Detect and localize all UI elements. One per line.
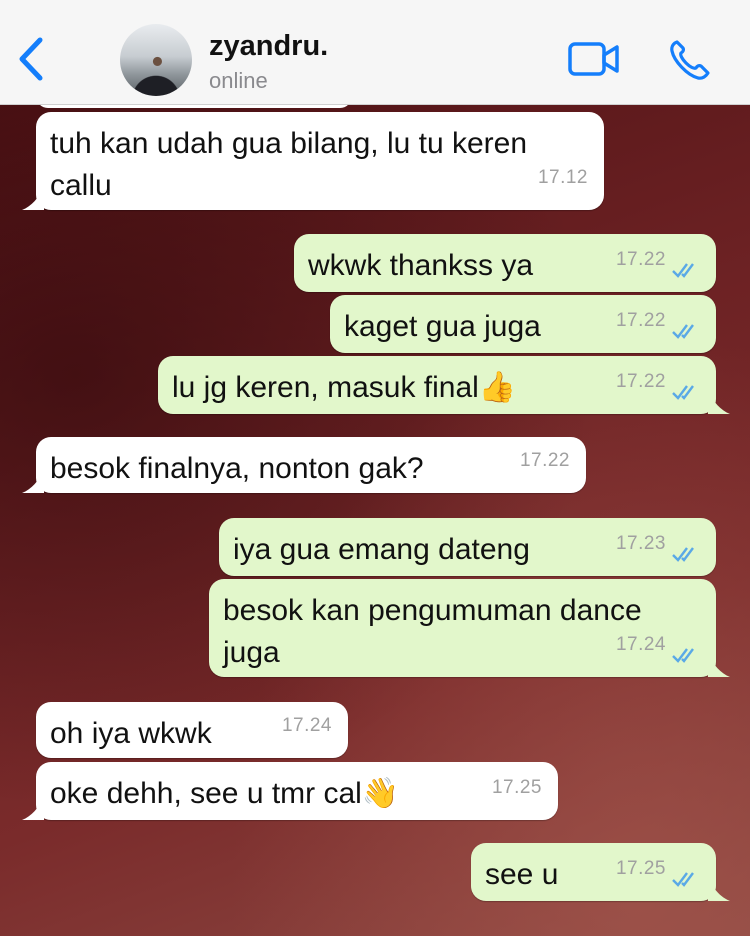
message-text: lu jg keren, masuk final	[172, 371, 479, 404]
contact-status: online	[209, 68, 268, 93]
video-call-button[interactable]	[568, 40, 620, 78]
contact-name[interactable]: zyandru.	[209, 30, 328, 63]
double-check-icon	[672, 872, 694, 887]
contact-avatar[interactable]	[120, 24, 192, 96]
message-time: 17.25	[615, 858, 666, 879]
phone-icon	[670, 40, 710, 80]
thumbs-up-emoji: 👍	[478, 371, 517, 404]
bubble-tail	[708, 392, 730, 414]
message-text-row: oke dehh, see u tmr cal👋	[50, 773, 544, 815]
message-time: 17.22	[519, 450, 570, 471]
chat-header: zyandru. online	[0, 0, 750, 105]
message-time: 17.24	[615, 634, 666, 655]
message-time: 17.22	[615, 310, 666, 331]
message-text: besok finalnya, nonton gak?	[50, 452, 424, 485]
double-check-icon	[672, 648, 694, 663]
message-time: 17.24	[281, 715, 332, 736]
message-outgoing[interactable]: iya gua emang dateng 17.23	[219, 518, 716, 576]
bubble-tail	[22, 188, 44, 210]
message-outgoing[interactable]: lu jg keren, masuk final👍 17.22	[158, 356, 730, 414]
double-check-icon	[672, 385, 694, 400]
message-time: 17.22	[615, 249, 666, 270]
message-text: tuh kan udah gua bilang, lu tu keren cal…	[50, 127, 528, 202]
bubble-tail	[22, 798, 44, 820]
message-time: 17.12	[537, 167, 588, 188]
message-time: 17.23	[615, 533, 666, 554]
message-incoming[interactable]: oke dehh, see u tmr cal👋 17.25	[22, 762, 558, 820]
double-check-icon	[672, 324, 694, 339]
message-incoming[interactable]: besok finalnya, nonton gak? 17.22	[22, 437, 586, 493]
waving-hand-emoji: 👋	[361, 777, 400, 810]
chevron-left-icon	[19, 37, 43, 81]
bubble-tail	[708, 879, 730, 901]
message-time: 17.22	[615, 371, 666, 392]
message-outgoing[interactable]: besok kan pengumuman dance juga 17.24	[209, 579, 730, 677]
message-text: oke dehh, see u tmr cal	[50, 777, 362, 810]
message-text: see u	[485, 858, 559, 891]
double-check-icon	[672, 263, 694, 278]
bubble-tail	[22, 471, 44, 493]
video-camera-icon	[568, 42, 619, 76]
back-button[interactable]	[14, 36, 50, 82]
message-outgoing[interactable]: see u 17.25	[471, 843, 730, 901]
bubble-tail	[708, 655, 730, 677]
message-outgoing[interactable]: kaget gua juga 17.22	[330, 295, 716, 353]
message-incoming[interactable]: tuh kan udah gua bilang, lu tu keren cal…	[22, 112, 604, 210]
double-check-icon	[672, 547, 694, 562]
message-outgoing[interactable]: wkwk thankss ya 17.22	[294, 234, 716, 292]
message-incoming[interactable]: oh iya wkwk 17.24	[36, 702, 348, 758]
message-time: 17.25	[491, 777, 542, 798]
voice-call-button[interactable]	[668, 38, 712, 82]
